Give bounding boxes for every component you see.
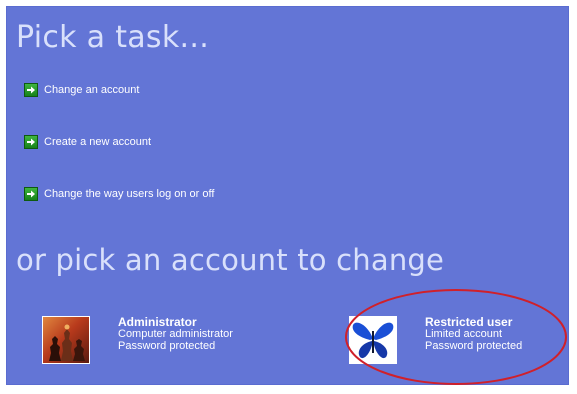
account-status: Password protected bbox=[118, 340, 216, 352]
pick-account-heading: or pick an account to change bbox=[16, 243, 445, 277]
account-administrator-info: Administrator Computer administrator Pas… bbox=[118, 316, 233, 352]
highlight-ellipse bbox=[345, 289, 567, 385]
green-arrow-icon bbox=[24, 135, 38, 149]
task-create-account-label: Create a new account bbox=[44, 136, 152, 148]
task-change-logon[interactable]: Change the way users log on or off bbox=[24, 187, 214, 201]
account-type: Computer administrator bbox=[118, 328, 233, 340]
green-arrow-icon bbox=[24, 83, 38, 97]
task-create-account[interactable]: Create a new account bbox=[24, 135, 151, 149]
user-accounts-panel: Pick a task... Change an account Create … bbox=[6, 6, 569, 385]
pick-task-heading: Pick a task... bbox=[16, 20, 210, 55]
chess-pieces-picture bbox=[42, 316, 90, 364]
task-change-logon-label: Change the way users log on or off bbox=[44, 188, 215, 200]
green-arrow-icon bbox=[24, 187, 38, 201]
task-change-account-label: Change an account bbox=[44, 84, 140, 96]
task-change-account[interactable]: Change an account bbox=[24, 83, 139, 97]
account-name: Administrator bbox=[118, 315, 197, 329]
account-administrator[interactable]: Administrator Computer administrator Pas… bbox=[42, 316, 233, 364]
